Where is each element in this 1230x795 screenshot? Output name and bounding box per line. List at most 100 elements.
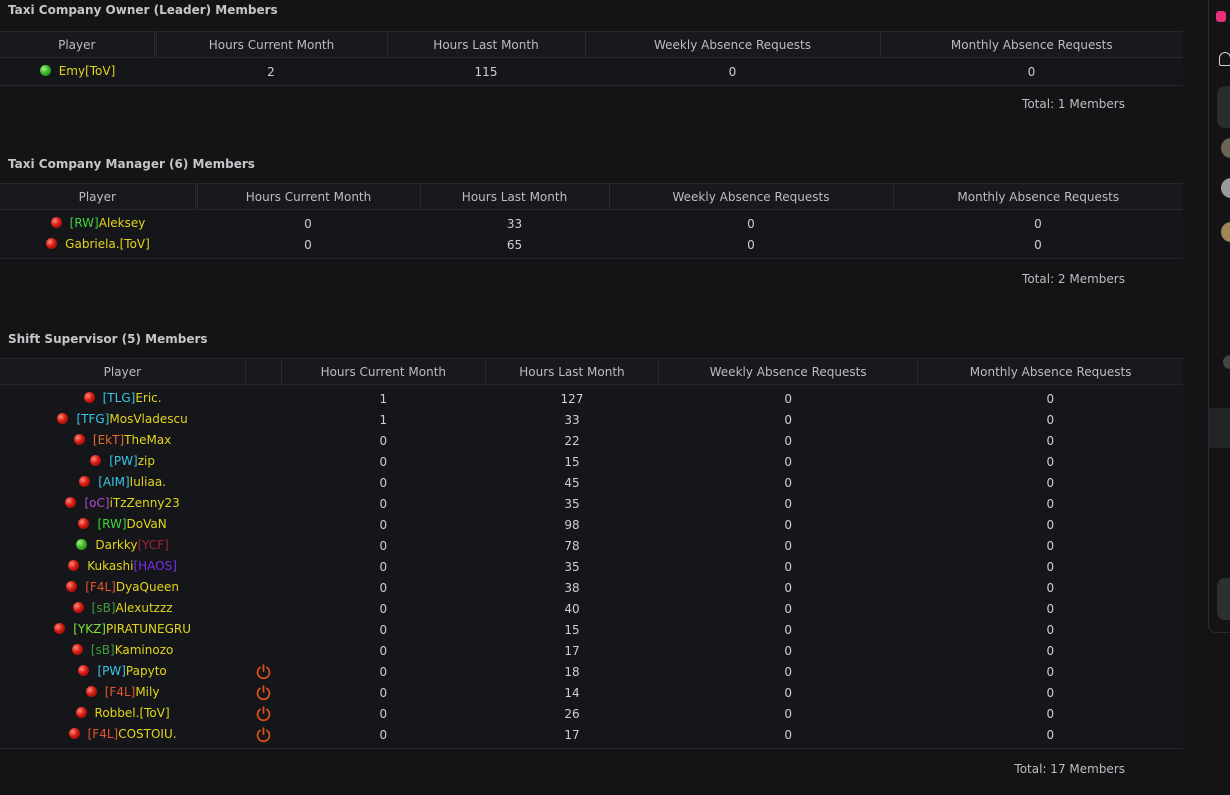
status-action-cell [245,430,281,451]
column-header-hours-current[interactable]: Hours Current Month [153,31,387,58]
column-header-weekly-absence[interactable]: Weekly Absence Requests [584,31,880,58]
column-header-monthly-absence[interactable]: Monthly Absence Requests [879,31,1183,58]
member-row[interactable]: Robbel. [ToV] 0 26 0 0 [0,703,1183,724]
member-row[interactable]: [TFG] MosVladescu 1 33 0 0 [0,409,1183,430]
column-header-monthly-absence[interactable]: Monthly Absence Requests [892,183,1183,210]
member-row[interactable]: [TLG] Eric. 1 127 0 0 [0,388,1183,409]
hours-last-month: 127 [560,391,584,406]
hours-last-month: 17 [564,727,580,742]
player-name[interactable]: [sB] Alexutzzz [72,601,173,615]
column-header-hours-last[interactable]: Hours Last Month [419,183,609,210]
weekly-absence-requests: 0 [784,706,792,721]
player-cell: [YKZ] PIRATUNEGRU [0,619,245,640]
player-name[interactable]: [RW] Aleksey [50,216,145,230]
member-row[interactable]: [F4L] COSTOIU. 0 17 0 0 [0,724,1183,745]
scroll-button[interactable] [1217,578,1230,620]
player-name[interactable]: Emy [ToV] [39,63,116,78]
player-name[interactable]: Robbel. [ToV] [75,705,170,720]
avatar[interactable] [1221,138,1230,158]
hours-last-month: 26 [564,706,580,721]
player-name[interactable]: [TFG] MosVladescu [57,412,188,426]
player-name[interactable]: [RW] DoVaN [78,516,167,531]
member-row[interactable]: [F4L] DyaQueen 0 38 0 0 [0,577,1183,598]
member-row[interactable]: [EkT] TheMax 0 22 0 0 [0,430,1183,451]
avatar[interactable] [1223,355,1230,369]
offline-status-icon [79,476,91,488]
monthly-absence-requests: 0 [1046,496,1055,511]
column-header-hours-last[interactable]: Hours Last Month [484,358,659,385]
monthly-absence-requests: 0 [1046,643,1055,658]
power-icon[interactable] [255,684,272,701]
column-header-hours-last[interactable]: Hours Last Month [386,31,585,58]
hours-current-month: 0 [304,237,312,252]
status-action-cell [245,724,281,745]
player-nickname: TheMax [124,432,172,447]
member-row[interactable]: [PW] Papyto 0 18 0 0 [0,661,1183,682]
monthly-absence-requests: 0 [1046,412,1055,427]
column-header-player[interactable]: Player [0,31,155,58]
member-row[interactable]: [YKZ] PIRATUNEGRU 0 15 0 0 [0,619,1183,640]
clan-tag: [oC] [84,495,110,510]
player-name[interactable]: Kukashi [HAOS] [68,559,177,573]
player-name[interactable]: [YKZ] PIRATUNEGRU [54,622,191,636]
member-row[interactable]: [AIM] Iuliaa. 0 45 0 0 [0,472,1183,493]
player-name[interactable]: [F4L] COSTOIU. [68,727,177,741]
user-icon[interactable] [1219,52,1230,66]
player-name[interactable]: [PW] zip [90,454,155,468]
avatar[interactable] [1221,222,1230,242]
player-name[interactable]: [sB] Kaminozo [71,643,173,657]
player-name[interactable]: [TLG] Eric. [83,391,162,405]
notification-badge[interactable] [1216,11,1226,22]
column-header-player[interactable]: Player [0,358,246,385]
player-cell: Darkky [YCF] [0,535,245,556]
member-row[interactable]: [PW] zip 0 15 0 0 [0,451,1183,472]
status-action-cell [245,598,281,619]
player-nickname: Emy [58,63,86,78]
column-header-weekly-absence[interactable]: Weekly Absence Requests [608,183,893,210]
player-cell: [sB] Kaminozo [0,640,245,661]
monthly-absence-requests: 0 [1046,727,1055,742]
member-row[interactable]: Emy [ToV] 2 115 0 0 [0,61,1183,82]
clan-suffix: [ToV] [85,63,116,78]
player-name[interactable]: Darkky [YCF] [76,537,169,552]
online-status-icon [76,539,88,551]
weekly-absence-requests: 0 [784,622,792,637]
player-name[interactable]: [PW] Papyto [78,664,167,678]
offline-status-icon [50,217,62,229]
power-icon[interactable] [255,726,272,743]
avatar[interactable] [1221,178,1230,198]
member-row[interactable]: [F4L] Mily 0 14 0 0 [0,682,1183,703]
weekly-absence-requests: 0 [784,391,792,406]
clan-tag: [EkT] [92,432,125,447]
member-row[interactable]: [RW] DoVaN 0 98 0 0 [0,514,1183,535]
member-row[interactable]: Gabriela. [ToV] 0 65 0 0 [0,234,1183,255]
player-name[interactable]: [F4L] DyaQueen [66,580,179,594]
column-header-hours-current[interactable]: Hours Current Month [280,358,486,385]
member-row[interactable]: [oC] iTzZenny23 0 35 0 0 [0,493,1183,514]
column-header-weekly-absence[interactable]: Weekly Absence Requests [658,358,918,385]
member-row[interactable]: Kukashi [HAOS] 0 35 0 0 [0,556,1183,577]
member-row[interactable]: [sB] Kaminozo 0 17 0 0 [0,640,1183,661]
player-name[interactable]: [F4L] Mily [85,685,159,699]
weekly-absence-requests: 0 [784,727,792,742]
member-row[interactable]: [sB] Alexutzzz 0 40 0 0 [0,598,1183,619]
column-header-monthly-absence[interactable]: Monthly Absence Requests [917,358,1183,385]
clan-suffix: [ToV] [139,705,170,720]
player-name[interactable]: [AIM] Iuliaa. [79,475,166,489]
power-icon[interactable] [255,663,272,680]
status-action-cell [245,493,281,514]
status-action-cell [245,472,281,493]
member-row[interactable]: [RW] Aleksey 0 33 0 0 [0,213,1183,234]
player-name[interactable]: Gabriela. [ToV] [46,237,150,251]
power-icon[interactable] [255,705,272,722]
member-row[interactable]: Darkky [YCF] 0 78 0 0 [0,535,1183,556]
column-header-player[interactable]: Player [0,183,196,210]
column-header-hours-current[interactable]: Hours Current Month [194,183,420,210]
table-header-row: Player Hours Current Month Hours Last Mont… [0,183,1183,210]
player-name[interactable]: [EkT] TheMax [73,432,172,447]
player-name[interactable]: [oC] iTzZenny23 [65,495,180,510]
hours-current-month: 0 [379,517,388,532]
clan-tag: [RW] [97,516,127,531]
clan-suffix: [YCF] [137,537,169,552]
offline-status-icon [46,238,58,250]
